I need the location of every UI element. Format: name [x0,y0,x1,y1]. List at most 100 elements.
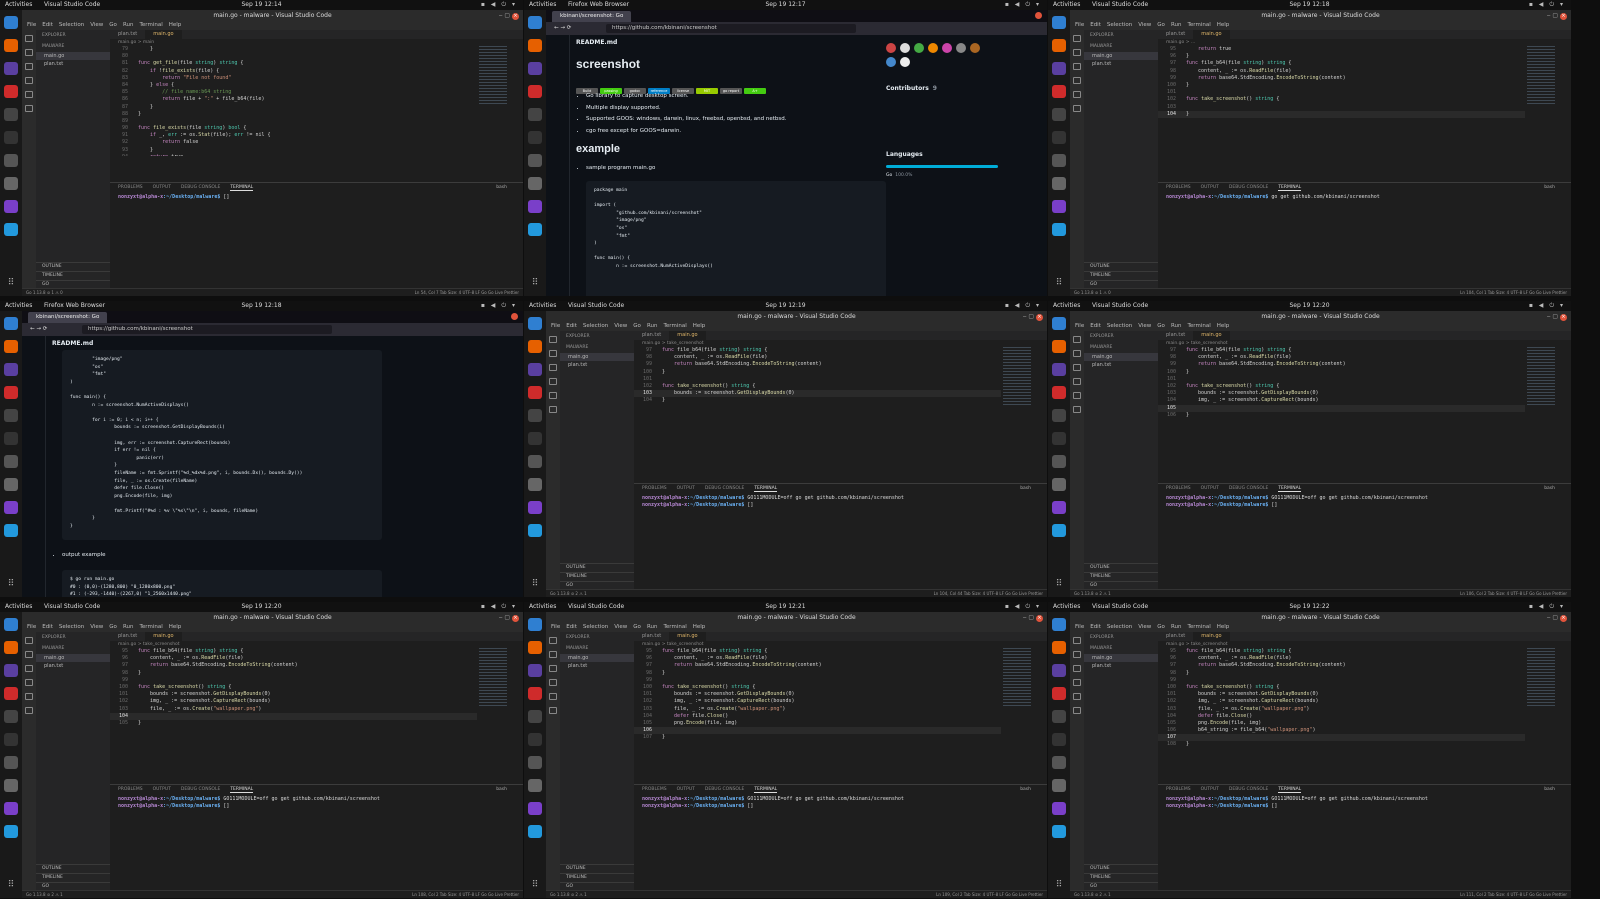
file-main-go[interactable]: main.go [1084,654,1158,662]
terminal-output[interactable]: nonzyxt@alpha-x:~/Desktop/malware$ GO111… [634,794,1047,812]
panel-tab-problems[interactable]: PROBLEMS [642,787,667,792]
explorer-icon[interactable] [1073,637,1081,644]
maximize-icon[interactable]: ▢ [1552,12,1560,19]
explorer-icon[interactable] [1073,336,1081,343]
remote-icon[interactable] [25,707,33,714]
dock-app-icon[interactable] [4,710,18,723]
panel-tab-problems[interactable]: PROBLEMS [642,486,667,491]
dock-app-icon[interactable] [4,779,18,792]
menu-file[interactable]: File [1075,624,1084,630]
run-icon[interactable] [1073,679,1081,686]
search-icon[interactable] [549,350,557,357]
dock-app-icon[interactable] [528,177,542,190]
close-icon[interactable] [511,313,518,320]
dock-app-icon[interactable] [4,618,18,631]
dock-app-icon[interactable] [528,641,542,654]
dock-app-icon[interactable] [528,756,542,769]
file-main-go[interactable]: main.go [560,353,634,361]
go-section[interactable]: GO [1084,882,1158,890]
panel-tab-terminal[interactable]: TERMINAL [230,185,254,191]
file-main-go[interactable]: main.go [560,654,634,662]
show-apps-icon[interactable]: ⠿ [529,579,541,589]
contributor-avatar[interactable] [914,43,924,53]
dock-app-icon[interactable] [528,16,542,29]
source-control-icon[interactable] [549,665,557,672]
panel-tab-debug-console[interactable]: DEBUG CONSOLE [705,787,744,792]
close-icon[interactable]: × [1560,615,1567,622]
dock-app-icon[interactable] [4,687,18,700]
extensions-icon[interactable] [25,693,33,700]
remote-icon[interactable] [25,105,33,112]
status-right[interactable]: Ln 109, Col 2 Tab Size: 4 UTF-8 LF Go Go… [936,891,1043,898]
menu-terminal[interactable]: Terminal [1187,22,1210,28]
source-control-icon[interactable] [25,665,33,672]
dock-app-icon[interactable] [1052,779,1066,792]
file-main-go[interactable]: main.go [1084,52,1158,60]
readme-header[interactable]: README.md [576,39,617,46]
file-main-go[interactable]: main.go [36,654,110,662]
contributors-heading[interactable]: Contributors 9 [886,85,937,92]
dock-app-icon[interactable] [1052,317,1066,330]
dock-app-icon[interactable] [528,687,542,700]
panel-tab-output[interactable]: OUTPUT [153,787,171,792]
go-section[interactable]: GO [36,882,110,890]
dock-app-icon[interactable] [4,501,18,514]
dock-app-icon[interactable] [528,62,542,75]
dock-app-icon[interactable] [4,39,18,52]
menu-terminal[interactable]: Terminal [139,22,162,28]
dock-app-icon[interactable] [528,85,542,98]
dock-app-icon[interactable] [1052,154,1066,167]
system-tray[interactable]: ▪ ◀ ⏻ ▾ [1005,301,1041,311]
menu-terminal[interactable]: Terminal [1187,624,1210,630]
file-main-go[interactable]: main.go [1084,353,1158,361]
dock-app-icon[interactable] [4,108,18,121]
status-right[interactable]: Ln 106, Col 2 Tab Size: 4 UTF-8 LF Go Go… [1460,590,1567,597]
shell-selector[interactable]: bash [1544,183,1555,192]
status-right[interactable]: Ln 104, Col 1 Tab Size: 4 UTF-8 LF Go Go… [1460,289,1567,296]
panel-tab-debug-console[interactable]: DEBUG CONSOLE [181,185,220,190]
menu-run[interactable]: Run [123,22,134,28]
panel-tab-debug-console[interactable]: DEBUG CONSOLE [1229,486,1268,491]
extensions-icon[interactable] [25,91,33,98]
dock-app-icon[interactable] [528,340,542,353]
menu-view[interactable]: View [1138,22,1151,28]
panel-tab-output[interactable]: OUTPUT [1201,486,1219,491]
close-icon[interactable]: × [1560,314,1567,321]
tab-plan-txt[interactable]: plan.txt [1158,632,1193,641]
dock-app-icon[interactable] [1052,687,1066,700]
run-icon[interactable] [1073,378,1081,385]
code-editor[interactable]: 95 return true 96} 97 func file_b64(file st… [1158,46,1525,156]
breadcrumb[interactable]: main.go > take_screenshot [1158,641,1228,648]
file-plan-txt[interactable]: plan.txt [560,662,634,670]
code-editor[interactable]: 95 func file_b64(file string) string {96 … [634,648,1001,758]
dock-app-icon[interactable] [528,524,542,537]
minimap[interactable] [1527,46,1555,106]
menu-terminal[interactable]: Terminal [663,323,686,329]
show-apps-icon[interactable]: ⠿ [1053,278,1065,288]
file-plan-txt[interactable]: plan.txt [1084,361,1158,369]
dock-app-icon[interactable] [528,200,542,213]
menu-run[interactable]: Run [1171,624,1182,630]
dock-app-icon[interactable] [528,455,542,468]
contributor-avatar[interactable] [970,43,980,53]
tab-main-go[interactable]: main.go [669,331,706,340]
file-main-go[interactable]: main.go [36,52,110,60]
tab-main-go[interactable]: main.go [1193,632,1230,641]
clock[interactable]: Sep 19 12:20 [1048,301,1571,311]
status-left[interactable]: Go 1.13.8 ⊘ 2 ⚠ 1 [1074,591,1111,596]
dock-app-icon[interactable] [528,432,542,445]
go-section[interactable]: GO [1084,280,1158,288]
dock-app-icon[interactable] [1052,664,1066,677]
contributor-avatar[interactable] [956,43,966,53]
panel-tab-terminal[interactable]: TERMINAL [1278,787,1302,793]
dock-app-icon[interactable] [4,363,18,376]
system-tray[interactable]: ▪ ◀ ⏻ ▾ [481,0,517,10]
remote-icon[interactable] [1073,707,1081,714]
timeline-section[interactable]: TIMELINE [36,873,110,881]
menu-selection[interactable]: Selection [59,624,84,630]
dock-app-icon[interactable] [4,756,18,769]
timeline-section[interactable]: TIMELINE [1084,572,1158,580]
menu-file[interactable]: File [27,22,36,28]
timeline-section[interactable]: TIMELINE [1084,873,1158,881]
tab-plan-txt[interactable]: plan.txt [110,30,145,39]
